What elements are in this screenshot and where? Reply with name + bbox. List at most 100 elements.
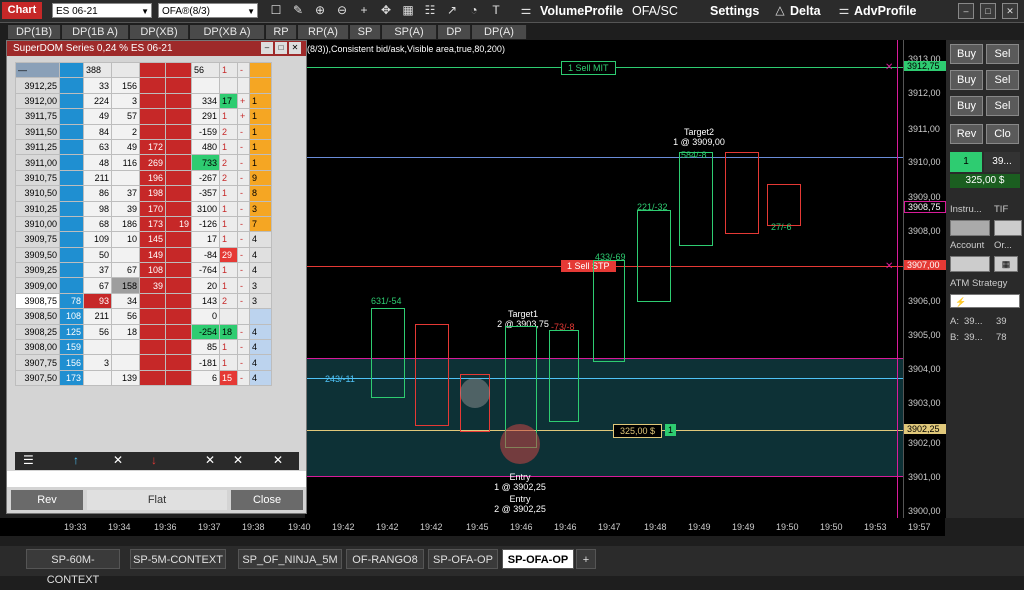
tab-sp-60m-context[interactable]: SP-60M-CONTEXT xyxy=(26,549,120,586)
dom-profile-cell[interactable]: 1 xyxy=(249,123,272,140)
dom-profile-cell[interactable]: 4 xyxy=(249,369,272,387)
dom-ask-cell[interactable] xyxy=(139,339,166,356)
dom-row[interactable]: 3911,25 63 49 172 480 1-1 xyxy=(15,138,272,156)
dom-cell[interactable]: 1 xyxy=(219,339,238,356)
advprofile-button[interactable]: AdvProfile xyxy=(854,3,917,19)
dom-ask-cell[interactable] xyxy=(139,354,166,371)
dom-ask-cell[interactable]: 145 xyxy=(139,231,166,248)
dom-price-cell[interactable]: 3911,75 xyxy=(15,108,60,125)
tab-sp-of-ninja-5m[interactable]: SP_OF_NINJA_5M xyxy=(238,549,342,569)
dom-cell[interactable]: 1 xyxy=(219,354,238,371)
atm-strategy-select[interactable]: ⚡ xyxy=(950,294,1020,308)
dom-cell[interactable]: 388 xyxy=(83,61,112,79)
dom-ask-cell[interactable] xyxy=(139,123,166,140)
add-tab-button[interactable]: + xyxy=(576,549,596,569)
dom-cell[interactable]: - xyxy=(237,215,250,233)
dom-ask-cell[interactable] xyxy=(165,323,192,341)
dom-cell[interactable]: 109 xyxy=(83,231,112,248)
dom-ask-cell[interactable]: 196 xyxy=(139,169,166,187)
zoom-in-icon[interactable]: ⊕ xyxy=(312,3,328,18)
dom-profile-cell[interactable]: 1 xyxy=(249,92,272,110)
dom-profile-cell[interactable]: 1 xyxy=(249,108,272,125)
dom-price-cell[interactable]: 3909,75 xyxy=(15,231,60,248)
chart-canvas[interactable]: (8/3)),Consistent bid/ask,Visible area,t… xyxy=(305,40,903,518)
dom-cell[interactable]: 1 xyxy=(219,215,238,233)
sell-mit-order[interactable]: 1 Sell MIT xyxy=(561,61,616,75)
dom-cell[interactable]: 68 xyxy=(83,215,112,233)
dom-cell[interactable]: 1 xyxy=(219,277,238,294)
indicator-icon[interactable]: ↗ xyxy=(444,3,460,18)
dom-bid-cell[interactable]: 125 xyxy=(59,323,84,341)
dom-cell[interactable] xyxy=(83,369,112,387)
dom-cell[interactable]: - xyxy=(237,277,250,294)
dom-ask-cell[interactable] xyxy=(165,262,192,279)
tab-sp[interactable]: SP xyxy=(350,25,381,39)
dom-row[interactable]: 3911,75 49 57 291 1 +1 xyxy=(15,108,272,125)
dom-delta-cell[interactable]: 0 xyxy=(191,308,220,325)
dom-ask-cell[interactable] xyxy=(139,77,166,94)
dom-cell[interactable]: 1 xyxy=(219,61,238,79)
volumeprofile-button[interactable]: VolumeProfile xyxy=(540,3,623,19)
dom-ask-cell[interactable] xyxy=(165,108,192,125)
dom-price-cell[interactable]: 3909,25 xyxy=(15,262,60,279)
dom-cell[interactable]: 10 xyxy=(111,231,140,248)
move-icon[interactable]: ✥ xyxy=(378,3,394,18)
dom-price-cell[interactable]: 3908,50 xyxy=(15,308,60,325)
menu-icon[interactable]: ☰ xyxy=(23,453,34,467)
dom-cell[interactable]: 211 xyxy=(83,308,112,325)
dom-price-cell[interactable]: 3910,25 xyxy=(15,200,60,217)
dom-delta-cell[interactable]: -126 xyxy=(191,215,220,233)
dom-cell[interactable]: 86 xyxy=(83,185,112,202)
dom-cell[interactable]: 3 xyxy=(83,354,112,371)
dom-cell[interactable]: - xyxy=(237,339,250,356)
dom-cell[interactable]: 1 xyxy=(219,231,238,248)
dom-cell[interactable]: 39 xyxy=(111,200,140,217)
grid-icon[interactable]: ▦ xyxy=(400,3,416,18)
dom-ask-cell[interactable]: 108 xyxy=(139,262,166,279)
dom-profile-cell[interactable]: 4 xyxy=(249,246,272,264)
dom-ask-cell[interactable]: 19 xyxy=(165,215,192,233)
dom-profile-cell[interactable] xyxy=(249,77,272,94)
dom-ask-cell[interactable] xyxy=(139,292,166,310)
dom-cell[interactable]: 34 xyxy=(111,292,140,310)
dom-cell[interactable]: 116 xyxy=(111,154,140,171)
delta-button[interactable]: Delta xyxy=(790,3,821,19)
dom-ask-cell[interactable] xyxy=(165,308,192,325)
dom-row[interactable]: — 388 56 1- xyxy=(15,61,272,79)
dom-profile-cell[interactable]: 3 xyxy=(249,277,272,294)
dom-bid-cell[interactable]: 78 xyxy=(59,292,84,310)
dom-cell[interactable] xyxy=(111,339,140,356)
dom-delta-cell[interactable]: 17 xyxy=(191,231,220,248)
sell-button[interactable]: Sel xyxy=(986,70,1019,90)
dom-cell[interactable]: - xyxy=(237,323,250,341)
dom-price-cell[interactable]: 3910,75 xyxy=(15,169,60,187)
dom-cell[interactable]: - xyxy=(237,185,250,202)
dom-cell[interactable]: 1 xyxy=(219,108,238,125)
superdom-title-bar[interactable]: SuperDOM Series 0,24 % ES 06-21 – □ ✕ xyxy=(7,41,306,56)
arrow-up-icon[interactable]: ↑ xyxy=(73,453,79,467)
tab-dp-1b-a[interactable]: DP(1B A) xyxy=(62,25,129,39)
dom-price-cell[interactable]: 3910,50 xyxy=(15,185,60,202)
sell-button[interactable]: Sel xyxy=(986,44,1019,64)
close-icon[interactable]: ✕ xyxy=(289,42,301,54)
dom-cell[interactable]: 139 xyxy=(111,369,140,387)
price-axis[interactable]: 3913,00 3912,75 3912,00 3911,00 3910,00 … xyxy=(903,40,946,518)
dom-cell[interactable]: 29 xyxy=(219,246,238,264)
dom-cell[interactable]: - xyxy=(237,246,250,264)
dom-row[interactable]: 3911,00 48 116 269 733 2-1 xyxy=(15,154,272,171)
dom-ask-cell[interactable]: 172 xyxy=(139,138,166,156)
cancel-all-icon[interactable]: ✕ xyxy=(233,453,243,467)
dom-cell[interactable]: 211 xyxy=(83,169,112,187)
dom-row[interactable]: 3910,75 211 196 -267 2-9 xyxy=(15,169,272,187)
tab-sp-ofa-op-active[interactable]: SP-OFA-OP xyxy=(502,549,574,569)
dom-profile-cell[interactable]: 1 xyxy=(249,138,272,156)
dom-delta-cell[interactable]: 143 xyxy=(191,292,220,310)
tab-dp[interactable]: DP xyxy=(438,25,471,39)
dom-price-cell[interactable]: 3912,25 xyxy=(15,77,60,94)
dom-profile-cell[interactable]: 3 xyxy=(249,292,272,310)
dom-cell[interactable]: 67 xyxy=(111,262,140,279)
tab-dp-a[interactable]: DP(A) xyxy=(472,25,527,39)
dom-bid-cell[interactable]: 159 xyxy=(59,339,84,356)
dom-cell[interactable]: 18 xyxy=(219,323,238,341)
dom-ask-cell[interactable] xyxy=(165,246,192,264)
